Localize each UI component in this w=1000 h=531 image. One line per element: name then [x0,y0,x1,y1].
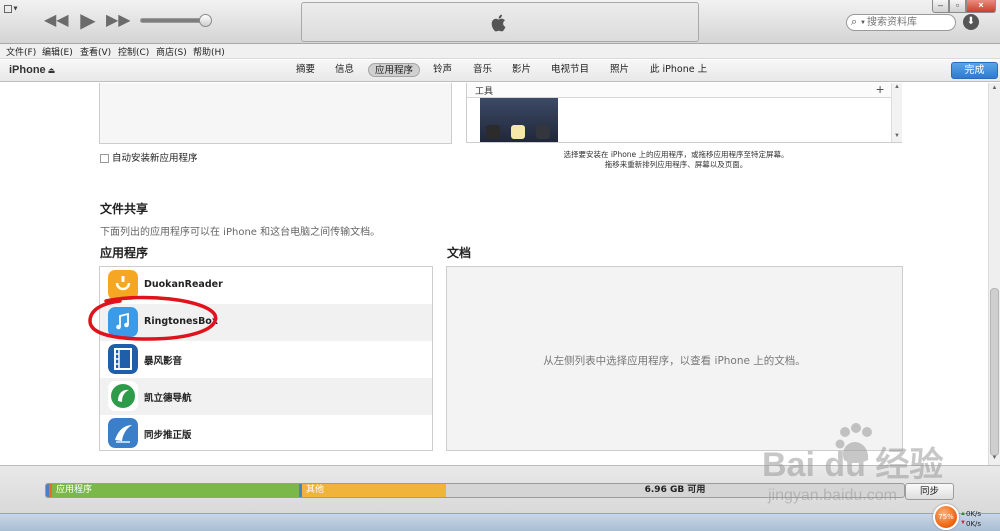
app-name: 同步推正版 [144,430,192,441]
scroll-up-icon[interactable]: ▲ [892,84,902,90]
menu-view[interactable]: 查看(V) [80,45,111,58]
apps-content: 自动安装新应用程序 工具 + ▲ ▼ 选择要安装在 iPhone 上的应用程序，… [0,83,988,465]
documents-panel[interactable]: 从左侧列表中选择应用程序，以查看 iPhone 上的文档。 [446,266,903,451]
tab-music[interactable]: 音乐 [473,63,492,77]
done-button[interactable]: 完成 [951,62,998,79]
capacity-segment: 其他 [302,484,446,497]
play-button[interactable]: ▶ [76,10,100,32]
search-box[interactable]: ⌕ ▼ [846,14,956,31]
previous-track-button[interactable]: ◀◀ [44,10,69,32]
download-speed: 0K/s [966,520,982,528]
scrollbar-thumb[interactable] [990,288,999,456]
capacity-bar: 应用程序 其他 6.96 GB 可用 [45,483,905,498]
scroll-up-icon[interactable]: ▲ [989,85,1000,91]
file-sharing-description: 下面列出的应用程序可以在 iPhone 和这台电脑之间传输文档。 [100,227,381,238]
device-selector[interactable]: iPhone ⏏ [9,64,55,76]
apps-column-title: 应用程序 [100,246,149,260]
app-thumb-icon [536,125,550,139]
download-icon[interactable]: ⬇ [963,14,979,30]
duokan-reader-icon [108,270,138,300]
player-toolbar: ▼ ◀◀ ▶ ▶▶ ⌕ ▼ ⬇ – ▫ × [0,0,1000,44]
eject-icon[interactable]: ⏏ [48,66,56,75]
home-screen-header: 工具 + [467,83,891,98]
volume-knob[interactable] [199,14,212,27]
tongbutui-icon [108,418,138,448]
taskbar [0,513,1000,531]
scroll-down-icon[interactable]: ▼ [989,455,1000,461]
tab-info[interactable]: 信息 [335,63,354,77]
app-name: RingtonesBox [144,316,218,327]
app-thumb-icon [486,125,500,139]
careland-nav-icon [108,381,138,411]
home-screen-label: 工具 [475,87,494,97]
status-display [301,2,699,42]
file-sharing-title: 文件共享 [100,202,149,216]
music-note-icon [108,307,138,337]
list-item[interactable]: 同步推正版 [100,415,432,450]
list-item[interactable]: DuokanReader [100,267,432,304]
menu-edit[interactable]: 编辑(E) [42,45,73,58]
minimize-button[interactable]: – [932,0,949,13]
app-name: 暴风影音 [144,356,183,367]
documents-empty-hint: 从左侧列表中选择应用程序，以查看 iPhone 上的文档。 [543,355,806,367]
system-menu-icon[interactable]: ▼ [4,3,20,15]
tab-apps[interactable]: 应用程序 [368,63,421,77]
add-page-icon[interactable]: + [876,83,884,97]
list-item[interactable]: 暴风影音 [100,341,432,378]
network-monitor-icon[interactable]: 75% [933,504,959,530]
device-tab-bar: iPhone ⏏ 摘要 信息 应用程序 铃声 音乐 影片 电视节目 照片 此 iP… [0,60,1000,82]
next-track-button[interactable]: ▶▶ [106,10,131,32]
tab-on-this-iphone[interactable]: 此 iPhone 上 [650,63,707,77]
checkbox-icon[interactable] [100,154,109,163]
home-panel-scrollbar[interactable]: ▲ ▼ [891,83,902,142]
home-screens-panel: 工具 + ▲ ▼ [466,83,902,143]
app-name: 凯立德导航 [144,393,192,404]
app-thumb-icon [511,125,525,139]
film-strip-icon [108,344,138,374]
page-scrollbar[interactable]: ▲ ▼ [988,83,1000,465]
search-dropdown-icon[interactable]: ▼ [860,20,866,26]
auto-install-label: 自动安装新应用程序 [112,153,198,164]
scroll-down-icon[interactable]: ▼ [892,133,902,139]
search-input[interactable] [867,16,953,29]
menu-controls[interactable]: 控制(C) [118,45,149,58]
sync-button[interactable]: 同步 [905,483,954,500]
tab-tones[interactable]: 铃声 [433,63,452,77]
menu-file[interactable]: 文件(F) [6,45,36,58]
free-space-label: 6.96 GB 可用 [644,485,706,495]
device-name: iPhone [9,64,46,76]
home-screen-thumbnail[interactable] [480,98,558,142]
list-item[interactable]: 凯立德导航 [100,378,432,415]
installed-apps-list[interactable] [99,83,452,144]
menu-store[interactable]: 商店(S) [156,45,187,58]
file-sharing-app-list: DuokanReader RingtonesBox 暴风影音 凯立德导航 同步推… [99,266,433,451]
tab-photos[interactable]: 照片 [610,63,629,77]
home-screen-hint: 选择要安装在 iPhone 上的应用程序，或拖移应用程序至特定屏幕。 拖移来重新… [466,150,886,170]
menu-bar: 文件(F) 编辑(E) 查看(V) 控制(C) 商店(S) 帮助(H) [0,44,1000,59]
list-item[interactable]: RingtonesBox [100,304,432,341]
hint-line: 选择要安装在 iPhone 上的应用程序，或拖移应用程序至特定屏幕。 [563,150,789,159]
tab-tv-shows[interactable]: 电视节目 [551,63,589,77]
restore-button[interactable]: ▫ [949,0,966,13]
volume-slider[interactable] [140,14,212,27]
upload-speed: 0K/s [966,510,982,518]
app-name: DuokanReader [144,279,223,290]
capacity-footer: 应用程序 其他 6.96 GB 可用 同步 [0,465,1000,513]
hint-line: 拖移来重新排列应用程序、屏幕以及页面。 [604,160,748,169]
volume-fill [141,19,205,22]
search-icon: ⌕ [851,16,858,28]
documents-column-title: 文档 [447,246,472,260]
apple-logo-icon [491,14,506,32]
menu-help[interactable]: 帮助(H) [193,45,225,58]
tab-movies[interactable]: 影片 [512,63,531,77]
tab-summary[interactable]: 摘要 [296,63,315,77]
capacity-segment: 应用程序 [52,484,299,497]
auto-install-checkbox[interactable]: 自动安装新应用程序 [100,150,198,164]
close-button[interactable]: × [966,0,996,13]
